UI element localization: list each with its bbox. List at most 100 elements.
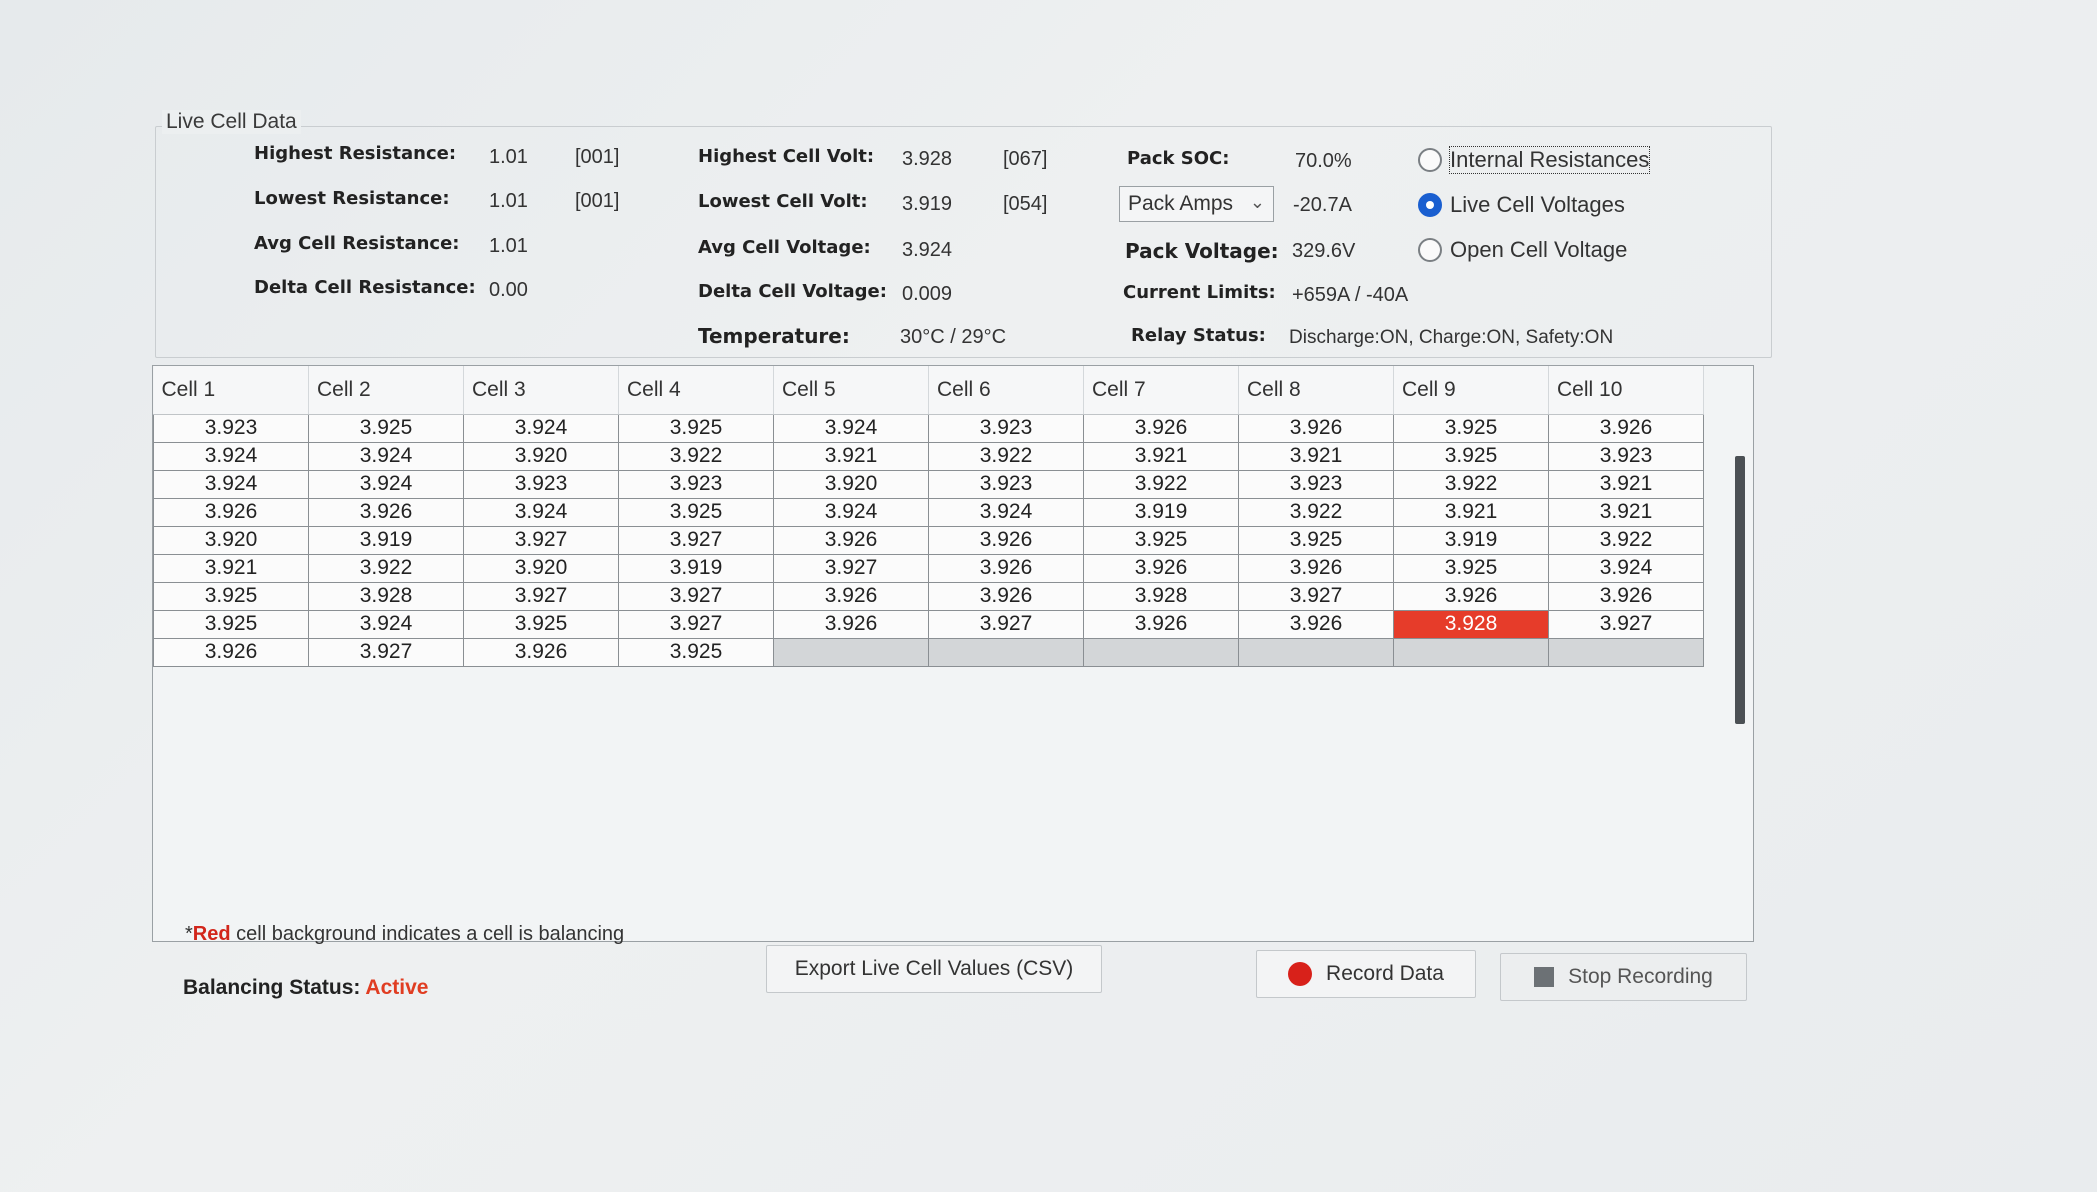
cell-value[interactable]: 3.925 <box>618 497 774 527</box>
radio-open-cell-voltage[interactable]: Open Cell Voltage <box>1418 237 1627 263</box>
cell-value[interactable]: 3.922 <box>308 553 464 583</box>
cell-value[interactable]: 3.923 <box>618 469 774 499</box>
cell-value[interactable]: 3.924 <box>308 469 464 499</box>
cell-value[interactable]: 3.925 <box>1393 441 1549 471</box>
empty-cell[interactable] <box>773 637 929 667</box>
column-header-cell-5[interactable]: Cell 5 <box>773 366 929 415</box>
column-header-cell-6[interactable]: Cell 6 <box>928 366 1084 415</box>
cell-value[interactable]: 3.926 <box>928 525 1084 555</box>
export-csv-button[interactable]: Export Live Cell Values (CSV) <box>766 945 1102 993</box>
column-header-cell-1[interactable]: Cell 1 <box>153 366 309 415</box>
cell-value[interactable]: 3.924 <box>773 413 929 443</box>
cell-value[interactable]: 3.924 <box>773 497 929 527</box>
cell-value[interactable]: 3.924 <box>463 413 619 443</box>
empty-cell[interactable] <box>1083 637 1239 667</box>
cell-value[interactable]: 3.926 <box>1238 609 1394 639</box>
cell-value[interactable]: 3.923 <box>1548 441 1704 471</box>
cell-value[interactable]: 3.920 <box>463 441 619 471</box>
cell-value[interactable]: 3.924 <box>1548 553 1704 583</box>
column-header-cell-3[interactable]: Cell 3 <box>463 366 619 415</box>
cell-value[interactable]: 3.921 <box>153 553 309 583</box>
cell-value[interactable]: 3.926 <box>928 581 1084 611</box>
column-header-cell-2[interactable]: Cell 2 <box>308 366 464 415</box>
column-header-cell-4[interactable]: Cell 4 <box>618 366 774 415</box>
cell-value[interactable]: 3.923 <box>928 469 1084 499</box>
cell-value[interactable]: 3.923 <box>1238 469 1394 499</box>
cell-value-balancing[interactable]: 3.928 <box>1393 609 1549 639</box>
cell-value[interactable]: 3.927 <box>618 525 774 555</box>
cell-value[interactable]: 3.921 <box>1548 497 1704 527</box>
stop-recording-button[interactable]: Stop Recording <box>1500 953 1747 1001</box>
pack-amps-select[interactable]: Pack Amps ⌄ <box>1119 186 1274 222</box>
cell-value[interactable]: 3.919 <box>1083 497 1239 527</box>
cell-value[interactable]: 3.923 <box>153 413 309 443</box>
cell-value[interactable]: 3.921 <box>1393 497 1549 527</box>
cell-value[interactable]: 3.926 <box>463 637 619 667</box>
cell-value[interactable]: 3.927 <box>463 525 619 555</box>
radio-live-cell-voltages[interactable]: Live Cell Voltages <box>1418 192 1625 218</box>
column-header-cell-9[interactable]: Cell 9 <box>1393 366 1549 415</box>
cell-value[interactable]: 3.924 <box>463 497 619 527</box>
cell-value[interactable]: 3.922 <box>618 441 774 471</box>
cell-value[interactable]: 3.921 <box>1238 441 1394 471</box>
cell-value[interactable]: 3.925 <box>1393 413 1549 443</box>
cell-value[interactable]: 3.928 <box>1083 581 1239 611</box>
cell-value[interactable]: 3.919 <box>308 525 464 555</box>
cell-value[interactable]: 3.925 <box>308 413 464 443</box>
cell-value[interactable]: 3.926 <box>928 553 1084 583</box>
cell-value[interactable]: 3.926 <box>153 497 309 527</box>
cell-value[interactable]: 3.927 <box>773 553 929 583</box>
cell-value[interactable]: 3.927 <box>463 581 619 611</box>
cell-value[interactable]: 3.926 <box>1238 553 1394 583</box>
cell-value[interactable]: 3.926 <box>1083 609 1239 639</box>
cell-value[interactable]: 3.926 <box>773 525 929 555</box>
cell-value[interactable]: 3.920 <box>773 469 929 499</box>
cell-value[interactable]: 3.922 <box>1083 469 1239 499</box>
cell-value[interactable]: 3.925 <box>153 609 309 639</box>
cell-value[interactable]: 3.920 <box>153 525 309 555</box>
cell-value[interactable]: 3.919 <box>618 553 774 583</box>
cell-value[interactable]: 3.926 <box>1238 413 1394 443</box>
table-scrollbar[interactable] <box>1735 456 1745 724</box>
cell-value[interactable]: 3.926 <box>153 637 309 667</box>
column-header-cell-10[interactable]: Cell 10 <box>1548 366 1704 415</box>
cell-value[interactable]: 3.925 <box>618 413 774 443</box>
cell-value[interactable]: 3.919 <box>1393 525 1549 555</box>
cell-voltage-table-panel[interactable]: Cell 1 Cell 2 Cell 3 Cell 4 Cell 5 Cell 6 Cell… <box>152 365 1754 942</box>
cell-value[interactable]: 3.925 <box>1238 525 1394 555</box>
cell-value[interactable]: 3.920 <box>463 553 619 583</box>
cell-value[interactable]: 3.927 <box>928 609 1084 639</box>
cell-value[interactable]: 3.921 <box>1548 469 1704 499</box>
column-header-cell-8[interactable]: Cell 8 <box>1238 366 1394 415</box>
empty-cell[interactable] <box>1393 637 1549 667</box>
cell-value[interactable]: 3.925 <box>463 609 619 639</box>
empty-cell[interactable] <box>928 637 1084 667</box>
cell-value[interactable]: 3.928 <box>308 581 464 611</box>
cell-value[interactable]: 3.925 <box>1083 525 1239 555</box>
cell-value[interactable]: 3.927 <box>618 609 774 639</box>
column-header-cell-7[interactable]: Cell 7 <box>1083 366 1239 415</box>
cell-value[interactable]: 3.926 <box>1083 413 1239 443</box>
cell-value[interactable]: 3.922 <box>1393 469 1549 499</box>
cell-value[interactable]: 3.925 <box>618 637 774 667</box>
cell-value[interactable]: 3.924 <box>153 469 309 499</box>
cell-value[interactable]: 3.926 <box>773 581 929 611</box>
cell-value[interactable]: 3.923 <box>463 469 619 499</box>
cell-value[interactable]: 3.921 <box>1083 441 1239 471</box>
cell-value[interactable]: 3.927 <box>1548 609 1704 639</box>
cell-value[interactable]: 3.926 <box>308 497 464 527</box>
cell-value[interactable]: 3.922 <box>1548 525 1704 555</box>
cell-value[interactable]: 3.927 <box>1238 581 1394 611</box>
cell-value[interactable]: 3.923 <box>928 413 1084 443</box>
cell-value[interactable]: 3.926 <box>1083 553 1239 583</box>
cell-value[interactable]: 3.924 <box>308 441 464 471</box>
cell-value[interactable]: 3.921 <box>773 441 929 471</box>
cell-value[interactable]: 3.926 <box>1393 581 1549 611</box>
cell-value[interactable]: 3.922 <box>1238 497 1394 527</box>
cell-value[interactable]: 3.924 <box>153 441 309 471</box>
empty-cell[interactable] <box>1548 637 1704 667</box>
cell-value[interactable]: 3.926 <box>1548 413 1704 443</box>
empty-cell[interactable] <box>1238 637 1394 667</box>
cell-value[interactable]: 3.925 <box>153 581 309 611</box>
cell-value[interactable]: 3.927 <box>308 637 464 667</box>
